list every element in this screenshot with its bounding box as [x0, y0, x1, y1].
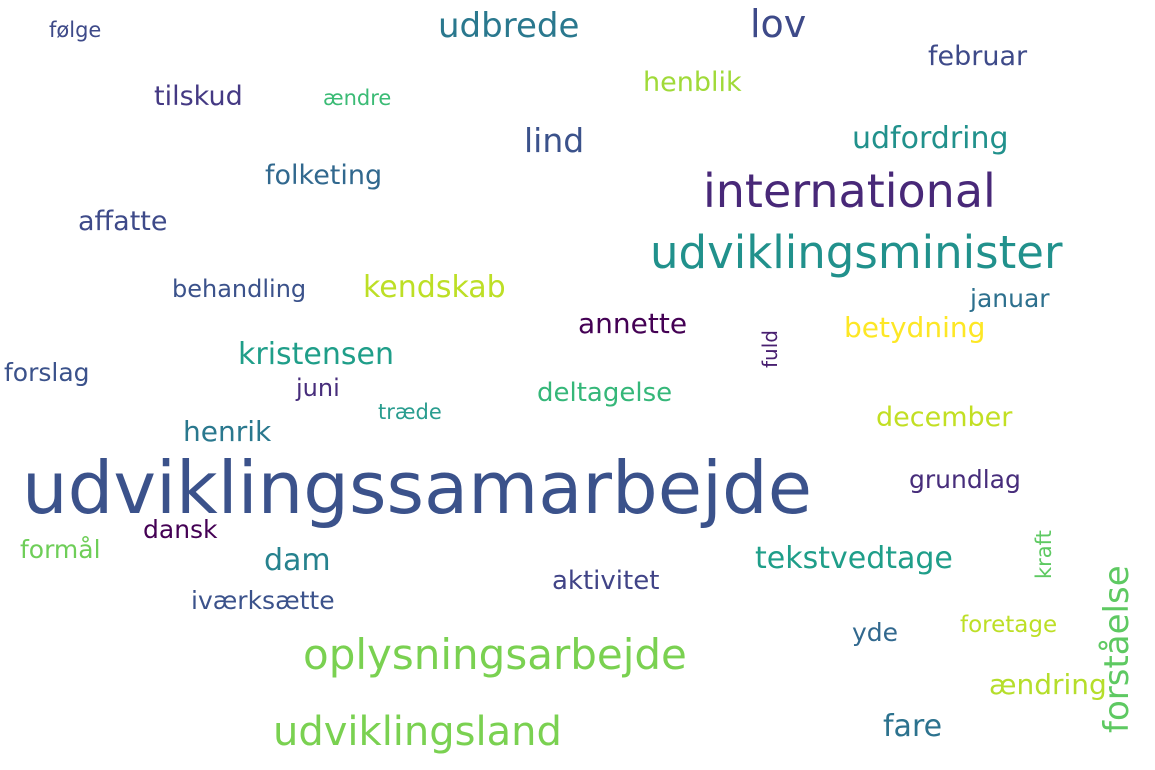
cloud-word: grundlag	[909, 465, 1021, 494]
cloud-word: januar	[970, 284, 1050, 313]
word-cloud: udviklingssamarbejde international udvikli…	[0, 0, 1155, 770]
cloud-word: lov	[750, 2, 807, 46]
cloud-word: lind	[524, 121, 585, 160]
cloud-word: betydning	[844, 311, 986, 344]
cloud-word: træde	[378, 400, 442, 424]
cloud-word: fuld	[758, 330, 782, 368]
cloud-word: aktivitet	[552, 566, 660, 596]
cloud-word: februar	[928, 41, 1028, 72]
cloud-word: folketing	[265, 160, 383, 191]
cloud-word: dansk	[143, 515, 218, 544]
cloud-word: fare	[883, 709, 943, 744]
cloud-word: kendskab	[363, 270, 506, 305]
cloud-word: ændring	[989, 668, 1107, 701]
cloud-word: kraft	[1032, 530, 1056, 579]
cloud-word: udviklingsland	[273, 709, 562, 755]
cloud-word: iværksætte	[191, 586, 335, 615]
cloud-word: ændre	[323, 86, 392, 110]
cloud-word: december	[876, 402, 1013, 433]
cloud-word: behandling	[172, 275, 307, 303]
cloud-word: affatte	[78, 206, 168, 237]
cloud-word: formål	[20, 535, 101, 564]
cloud-word: udviklingsminister	[650, 226, 1063, 279]
cloud-word: tilskud	[154, 81, 243, 112]
cloud-word: yde	[852, 618, 899, 647]
cloud-word: oplysningsarbejde	[303, 630, 687, 679]
cloud-word: henblik	[643, 67, 742, 98]
cloud-word: international	[703, 164, 996, 218]
cloud-word: deltagelse	[537, 378, 673, 408]
cloud-word: henrik	[183, 415, 272, 448]
cloud-word: udviklingssamarbejde	[22, 446, 812, 530]
cloud-word: udbrede	[438, 6, 580, 46]
cloud-word: tekstvedtage	[755, 541, 953, 576]
cloud-word: kristensen	[238, 337, 395, 372]
cloud-word: følge	[49, 18, 102, 42]
cloud-word: dam	[264, 543, 331, 578]
cloud-word: foretage	[960, 612, 1058, 638]
cloud-word: juni	[296, 374, 340, 402]
cloud-word: annette	[578, 307, 688, 340]
cloud-word: forslag	[4, 358, 90, 387]
cloud-word: forståelse	[1097, 565, 1137, 733]
cloud-word: udfordring	[852, 121, 1009, 156]
